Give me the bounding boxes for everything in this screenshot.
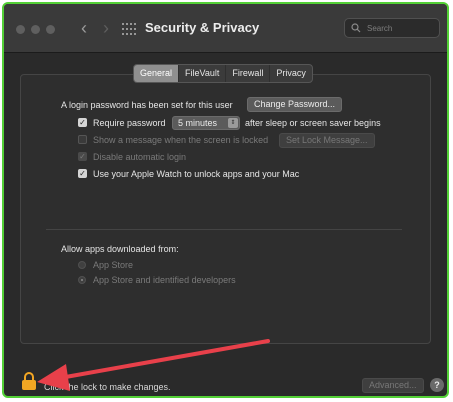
require-password-label: Require password	[93, 118, 166, 128]
tab-bar: General FileVault Firewall Privacy	[133, 64, 313, 83]
disable-auto-login-label: Disable automatic login	[93, 152, 187, 162]
title-bar: ‹ › Security & Privacy Search	[4, 4, 447, 53]
search-placeholder: Search	[367, 23, 393, 33]
disable-auto-login-checkbox[interactable]: ✓	[78, 152, 87, 161]
stepper-arrows-icon: ⇕	[228, 118, 238, 128]
set-lock-message-button[interactable]: Set Lock Message...	[279, 133, 375, 148]
lock-hint-text: Click the lock to make changes.	[44, 382, 171, 392]
preferences-window: ‹ › Security & Privacy Search General Fi…	[2, 2, 449, 398]
general-panel	[20, 74, 431, 344]
show-message-checkbox[interactable]	[78, 135, 87, 144]
radio-app-store-identified-label: App Store and identified developers	[93, 275, 236, 285]
radio-app-store-label: App Store	[93, 260, 134, 270]
window-title: Security & Privacy	[145, 20, 260, 35]
require-password-delay-value: 5 minutes	[178, 118, 218, 128]
grid-icon[interactable]	[122, 23, 136, 35]
tab-firewall[interactable]: Firewall	[226, 65, 271, 82]
tab-privacy[interactable]: Privacy	[270, 65, 312, 82]
change-password-button[interactable]: Change Password...	[247, 97, 343, 112]
search-icon	[351, 23, 361, 33]
back-chevron-icon[interactable]: ‹	[74, 18, 94, 38]
require-password-suffix: after sleep or screen saver begins	[245, 118, 381, 128]
tab-general[interactable]: General	[134, 65, 180, 82]
require-password-checkbox[interactable]: ✓	[78, 118, 87, 127]
forward-chevron-icon[interactable]: ›	[96, 18, 116, 38]
radio-app-store[interactable]	[78, 261, 86, 269]
advanced-button[interactable]: Advanced...	[362, 378, 424, 393]
search-field[interactable]: Search	[344, 18, 440, 38]
help-icon[interactable]: ?	[430, 378, 444, 392]
section-divider	[46, 229, 402, 230]
allow-apps-heading: Allow apps downloaded from:	[61, 244, 179, 254]
apple-watch-label: Use your Apple Watch to unlock apps and …	[93, 169, 300, 179]
lock-icon[interactable]	[21, 372, 37, 390]
radio-app-store-identified[interactable]	[78, 276, 86, 284]
minimize-dot[interactable]	[31, 25, 40, 34]
show-message-label: Show a message when the screen is locked	[93, 135, 269, 145]
tab-filevault[interactable]: FileVault	[179, 65, 227, 82]
close-dot[interactable]	[16, 25, 25, 34]
zoom-dot[interactable]	[46, 25, 55, 34]
login-password-text: A login password has been set for this u…	[61, 100, 233, 110]
apple-watch-checkbox[interactable]: ✓	[78, 169, 87, 178]
require-password-delay-select[interactable]: 5 minutes ⇕	[172, 116, 240, 130]
